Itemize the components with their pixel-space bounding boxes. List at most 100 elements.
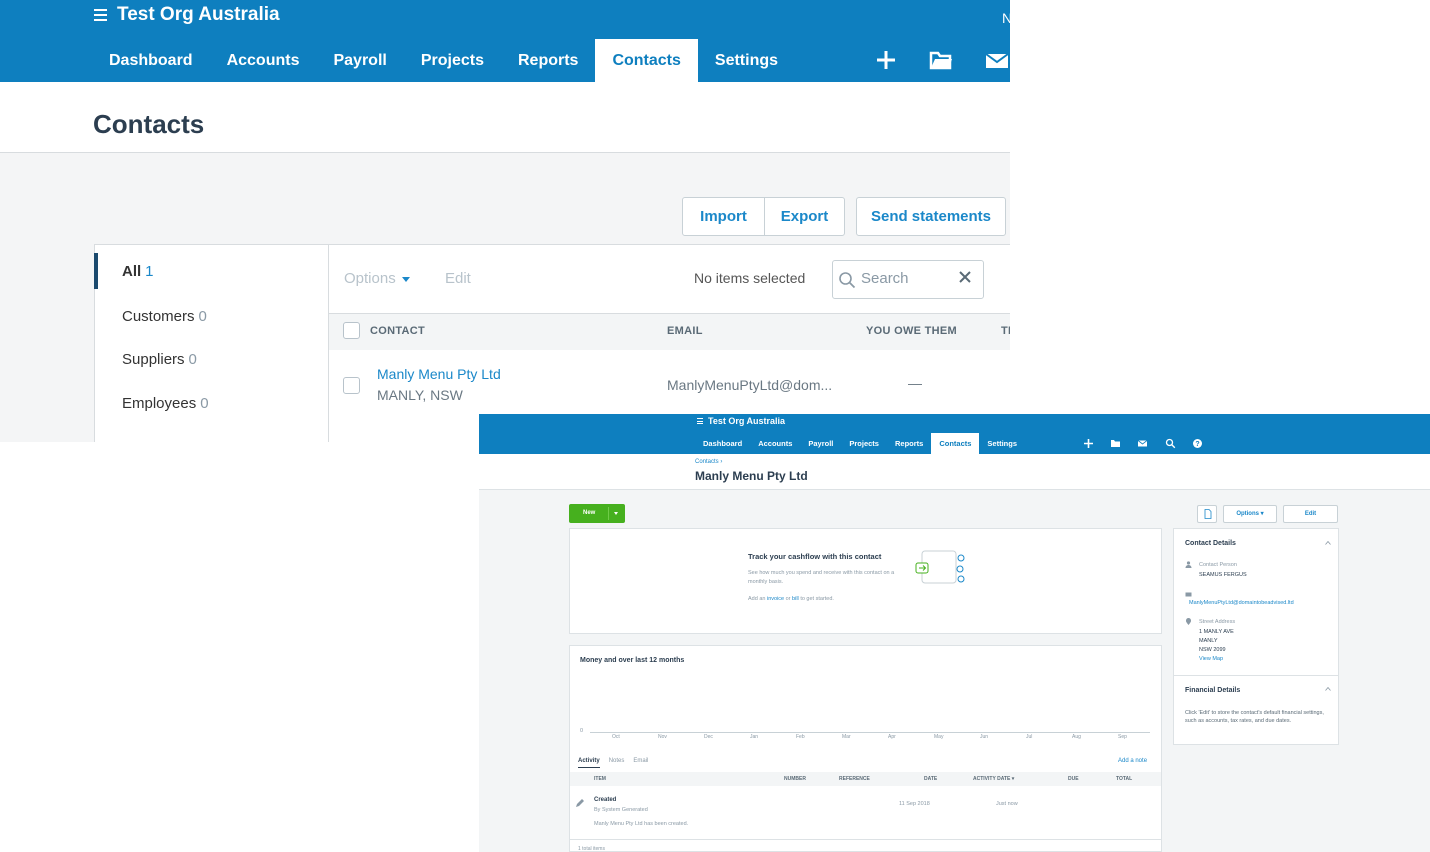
sidebar-item-label: Suppliers <box>122 351 185 368</box>
tab-payroll[interactable]: Payroll <box>800 433 841 454</box>
tab-projects[interactable]: Projects <box>404 39 501 82</box>
street-line-2: MANLY <box>1199 638 1218 644</box>
options-button[interactable]: Options ▾ <box>1223 505 1277 523</box>
close-icon[interactable] <box>958 270 972 284</box>
month-label: Apr <box>888 734 896 740</box>
contact-details-heading[interactable]: Contact Details <box>1185 540 1236 547</box>
bill-link[interactable]: bill <box>792 596 799 602</box>
tab-dashboard[interactable]: Dashboard <box>92 39 210 82</box>
cashflow-empty-card: Track your cashflow with this contact Se… <box>569 528 1162 634</box>
menu-icon <box>697 418 703 424</box>
sidebar-item-employees[interactable]: Employees 0 <box>122 395 209 412</box>
activity-author: By System Generated <box>594 807 648 813</box>
column-header-item[interactable]: ITEM <box>594 776 606 782</box>
folder-icon[interactable] <box>1110 438 1121 449</box>
column-header-activity-date[interactable]: ACTIVITY DATE ▾ <box>973 776 1014 782</box>
document-button[interactable] <box>1197 505 1217 523</box>
sidebar-item-count: 0 <box>198 308 207 325</box>
column-header-total[interactable]: TOTAL <box>1116 776 1132 782</box>
mail-icon[interactable] <box>1137 438 1148 449</box>
column-header-truncated[interactable]: TI <box>1001 325 1010 337</box>
tab-contacts[interactable]: Contacts <box>931 433 980 454</box>
money-card: Money and over last 12 months 0 Oct Nov … <box>569 645 1162 852</box>
view-map-link[interactable]: View Map <box>1199 655 1223 664</box>
column-header-due[interactable]: DUE <box>1068 776 1079 782</box>
contact-person-value: SEAMUS FERGUS <box>1199 572 1247 578</box>
chart-axis <box>590 732 1150 733</box>
tab-reports[interactable]: Reports <box>887 433 931 454</box>
month-label: Nov <box>658 734 667 740</box>
month-label: Aug <box>1072 734 1081 740</box>
edit-button[interactable]: Edit <box>1283 505 1338 523</box>
caret-down-icon[interactable] <box>402 277 410 282</box>
column-header-contact[interactable]: CONTACT <box>370 325 425 337</box>
search-icon[interactable] <box>1165 438 1176 449</box>
column-header-you-owe-them[interactable]: YOU OWE THEM <box>866 325 957 337</box>
tab-payroll[interactable]: Payroll <box>316 39 403 82</box>
new-button-label: New <box>583 510 596 516</box>
menu-icon <box>94 9 107 21</box>
column-header-email[interactable]: EMAIL <box>667 325 703 337</box>
breadcrumb[interactable]: Contacts › <box>695 459 722 465</box>
chevron-up-icon[interactable] <box>1325 687 1331 691</box>
options-menu[interactable]: Options <box>344 270 396 287</box>
new-button[interactable]: New <box>569 504 625 523</box>
contacts-list-screenshot: Test Org Australia N Dashboard Accounts … <box>0 0 1010 442</box>
mail-icon[interactable] <box>984 50 1010 72</box>
activity-date: 11 Sep 2018 <box>899 801 930 807</box>
plus-icon[interactable] <box>872 46 900 74</box>
tab-notes[interactable]: Notes <box>609 758 625 768</box>
tab-email[interactable]: Email <box>633 758 648 768</box>
column-header-reference[interactable]: REFERENCE <box>839 776 870 782</box>
contact-name-link[interactable]: Manly Menu Pty Ltd <box>377 366 501 382</box>
tab-activity[interactable]: Activity <box>578 758 600 768</box>
select-all-checkbox[interactable] <box>343 322 360 339</box>
activity-relative-date: Just now <box>996 801 1018 807</box>
tab-accounts[interactable]: Accounts <box>750 433 800 454</box>
contact-email-link[interactable]: ManlyMenuPtyLtd@domaintobeadvised.ltd <box>1189 599 1294 608</box>
sidebar-item-count: 1 <box>145 263 154 280</box>
location-pin-icon <box>1186 618 1191 625</box>
plus-icon[interactable] <box>1083 438 1094 449</box>
org-switcher[interactable]: Test Org Australia <box>697 416 785 426</box>
sidebar-item-all[interactable]: All 1 <box>122 263 154 280</box>
column-header-date[interactable]: DATE <box>924 776 937 782</box>
y-axis-zero: 0 <box>580 728 584 734</box>
sidebar-item-customers[interactable]: Customers 0 <box>122 308 207 325</box>
sidebar-item-label: Customers <box>122 308 195 325</box>
financial-details-text: Click 'Edit' to store the contact's defa… <box>1185 710 1324 724</box>
edit-action[interactable]: Edit <box>445 270 471 287</box>
row-checkbox[interactable] <box>343 377 360 394</box>
cashflow-title: Track your cashflow with this contact <box>748 552 882 561</box>
add-note-link[interactable]: Add a note <box>1118 758 1147 764</box>
top-header: Test Org Australia N Dashboard Accounts … <box>0 0 1010 82</box>
import-button[interactable]: Import <box>682 197 765 236</box>
folder-icon[interactable] <box>928 48 954 72</box>
activity-item: Created <box>594 797 617 803</box>
month-label: Dec <box>704 734 713 740</box>
help-icon[interactable]: ? <box>1192 438 1203 449</box>
tab-reports[interactable]: Reports <box>501 39 595 82</box>
tab-dashboard[interactable]: Dashboard <box>695 433 750 454</box>
money-title: Money and over last 12 months <box>580 657 685 664</box>
invoice-link[interactable]: invoice <box>767 596 784 602</box>
month-label: Sep <box>1118 734 1127 740</box>
chevron-up-icon[interactable] <box>1325 541 1331 545</box>
tab-settings[interactable]: Settings <box>698 39 795 82</box>
tab-projects[interactable]: Projects <box>841 433 887 454</box>
month-label: Oct <box>612 734 620 740</box>
mail-icon <box>1185 592 1192 597</box>
svg-text:?: ? <box>1195 441 1199 448</box>
user-initial[interactable]: N <box>1002 10 1010 26</box>
financial-details-heading[interactable]: Financial Details <box>1185 687 1240 694</box>
tab-accounts[interactable]: Accounts <box>210 39 317 82</box>
tab-contacts[interactable]: Contacts <box>595 39 698 82</box>
org-switcher[interactable]: Test Org Australia <box>94 4 280 26</box>
divider <box>1174 675 1338 676</box>
send-statements-button[interactable]: Send statements <box>856 197 1006 236</box>
column-header-number[interactable]: NUMBER <box>784 776 806 782</box>
export-button[interactable]: Export <box>764 197 845 236</box>
tab-settings[interactable]: Settings <box>979 433 1025 454</box>
caret-down-icon[interactable] <box>614 512 618 515</box>
sidebar-item-suppliers[interactable]: Suppliers 0 <box>122 351 197 368</box>
